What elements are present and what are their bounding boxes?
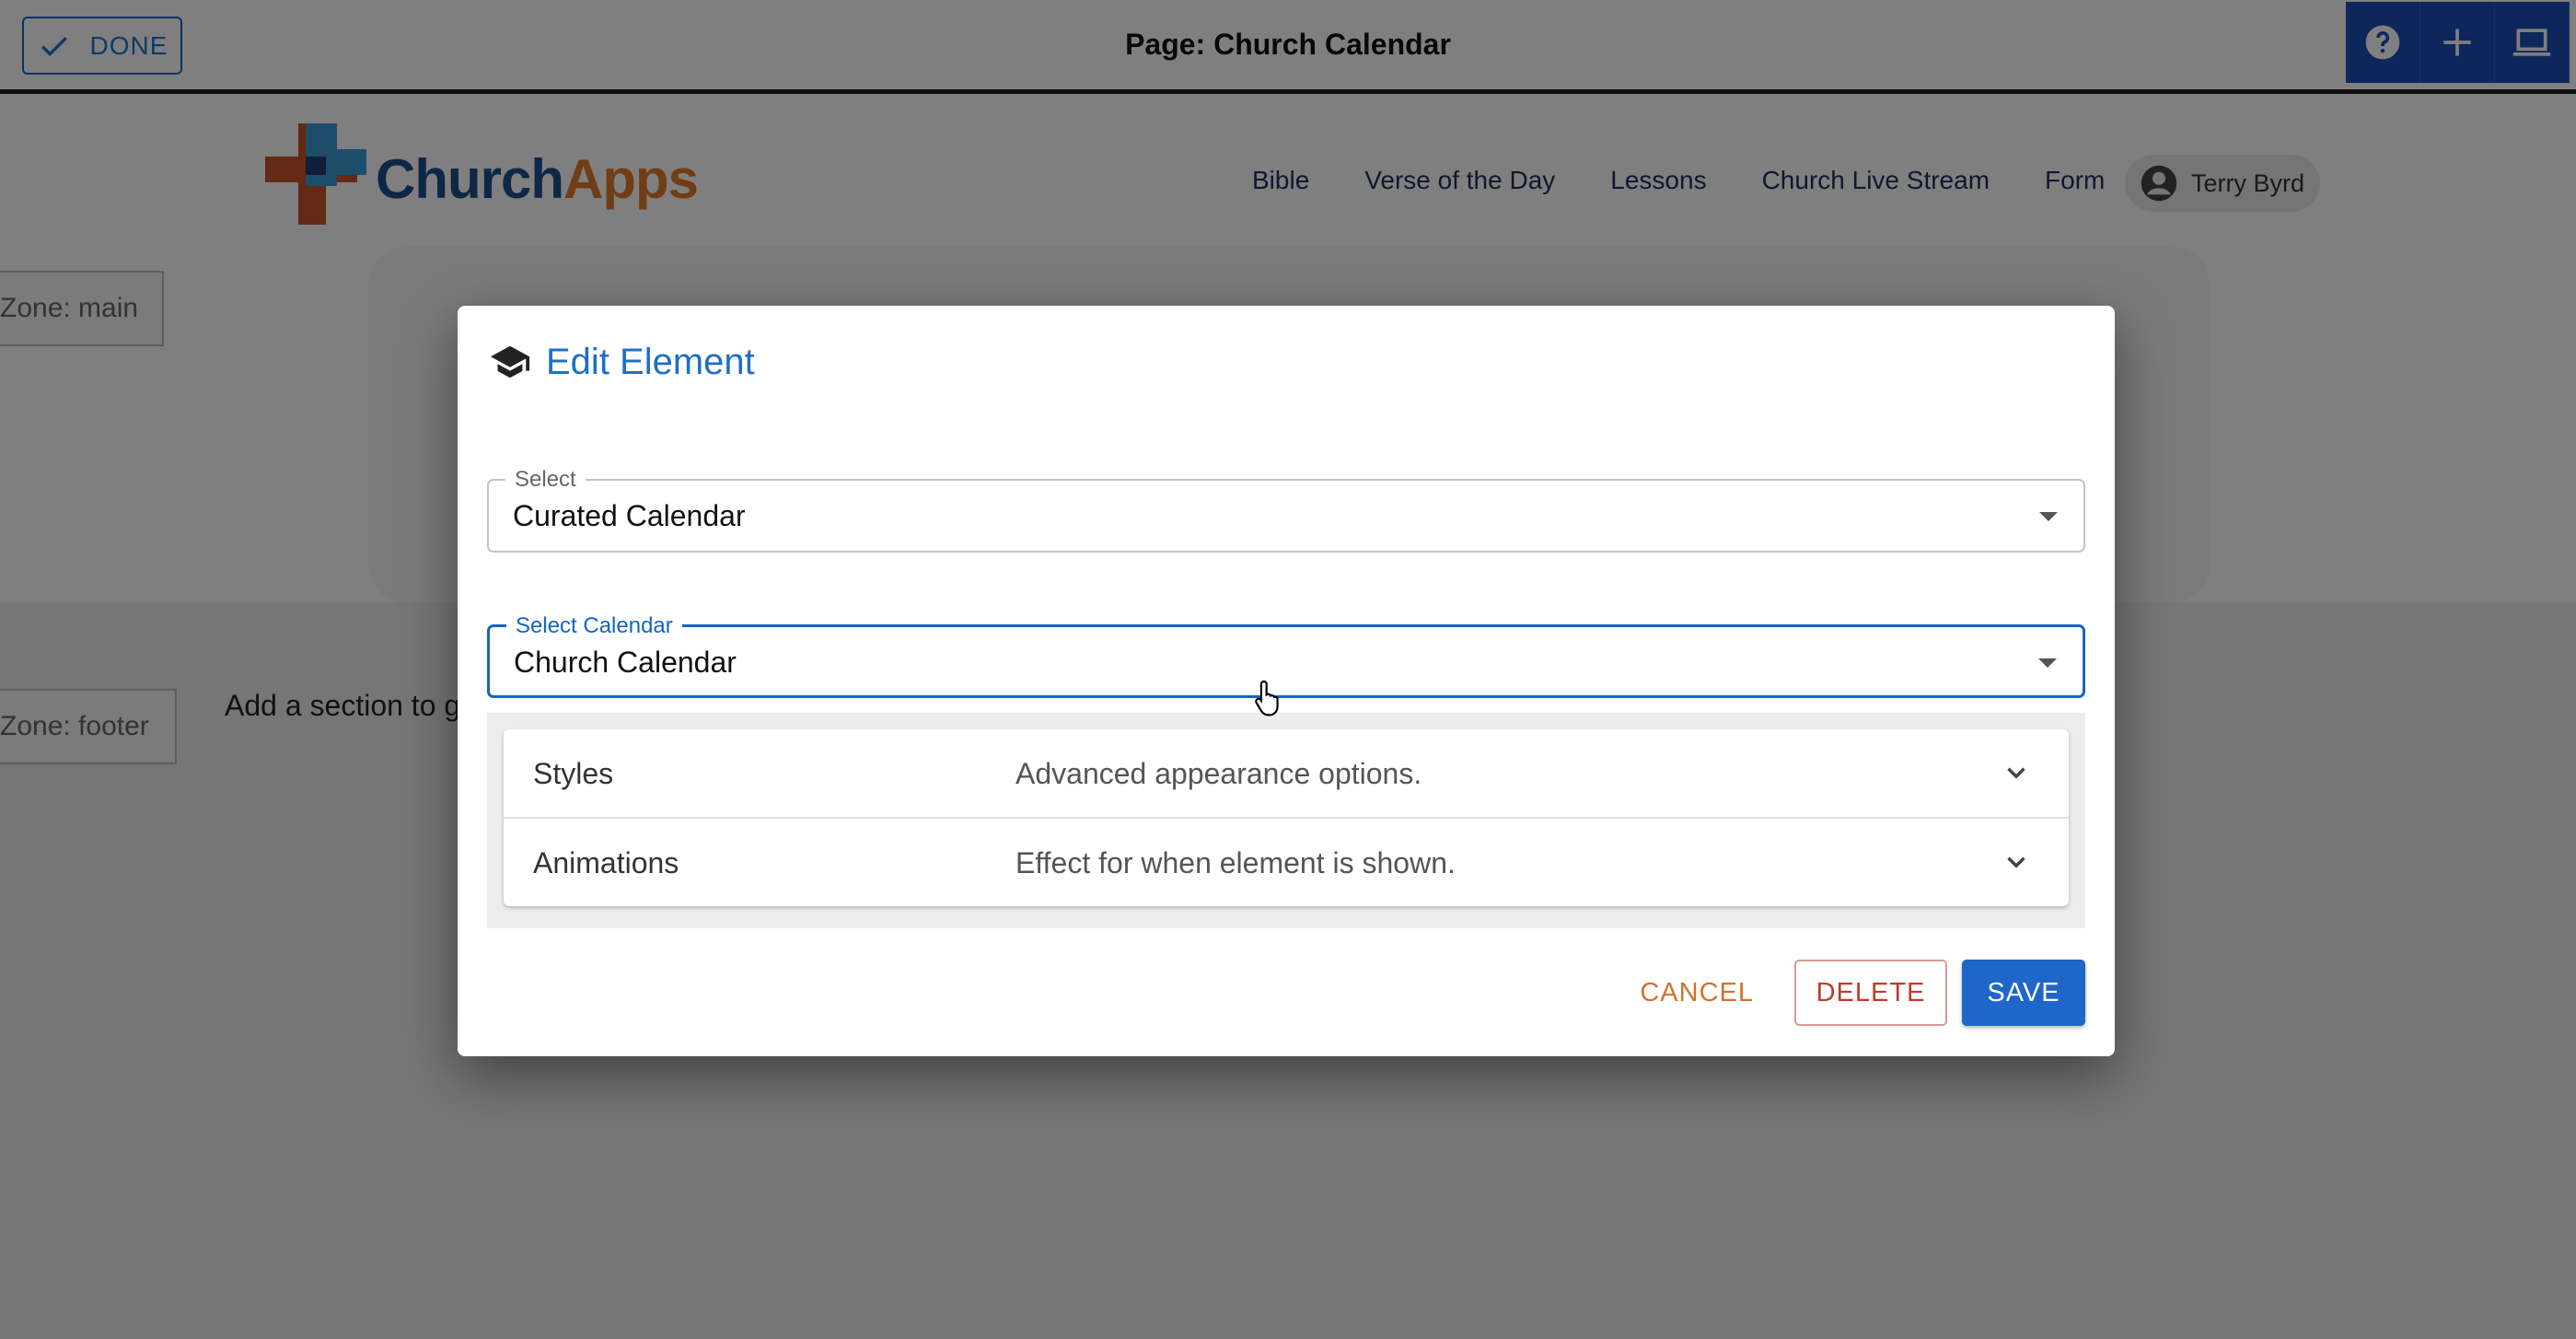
accordion-animations-title: Animations — [533, 846, 679, 879]
dropdown-arrow-icon — [2038, 658, 2057, 668]
element-type-label: Select — [505, 467, 586, 493]
chevron-down-icon — [2007, 767, 2025, 779]
calendar-select-value: Church Calendar — [514, 646, 737, 679]
hand-cursor-icon — [1255, 680, 1279, 716]
accordion-animations-description: Effect for when element is shown. — [1015, 846, 1456, 879]
element-type-value: Curated Calendar — [513, 499, 746, 532]
accordion-styles-title: Styles — [533, 757, 614, 790]
school-icon — [490, 345, 530, 378]
accordion-styles[interactable]: Styles Advanced appearance options. — [504, 729, 2069, 819]
settings-accordion: Styles Advanced appearance options. Anim… — [504, 729, 2069, 906]
calendar-select-label: Select Calendar — [506, 613, 682, 639]
dialog-actions: CANCEL DELETE SAVE — [1614, 960, 2085, 1026]
chevron-down-icon — [2007, 856, 2025, 868]
accordion-styles-description: Advanced appearance options. — [1015, 757, 1422, 790]
delete-button[interactable]: DELETE — [1794, 960, 1947, 1026]
save-button[interactable]: SAVE — [1962, 960, 2085, 1026]
accordion-container: Styles Advanced appearance options. Anim… — [487, 713, 2085, 928]
dialog-header: Edit Element — [489, 341, 755, 383]
element-type-select[interactable]: Select Curated Calendar — [487, 467, 2085, 553]
cancel-button[interactable]: CANCEL — [1614, 960, 1780, 1026]
accordion-animations[interactable]: Animations Effect for when element is sh… — [504, 819, 2069, 906]
dialog-title: Edit Element — [546, 341, 755, 382]
dropdown-arrow-icon — [2039, 512, 2058, 521]
